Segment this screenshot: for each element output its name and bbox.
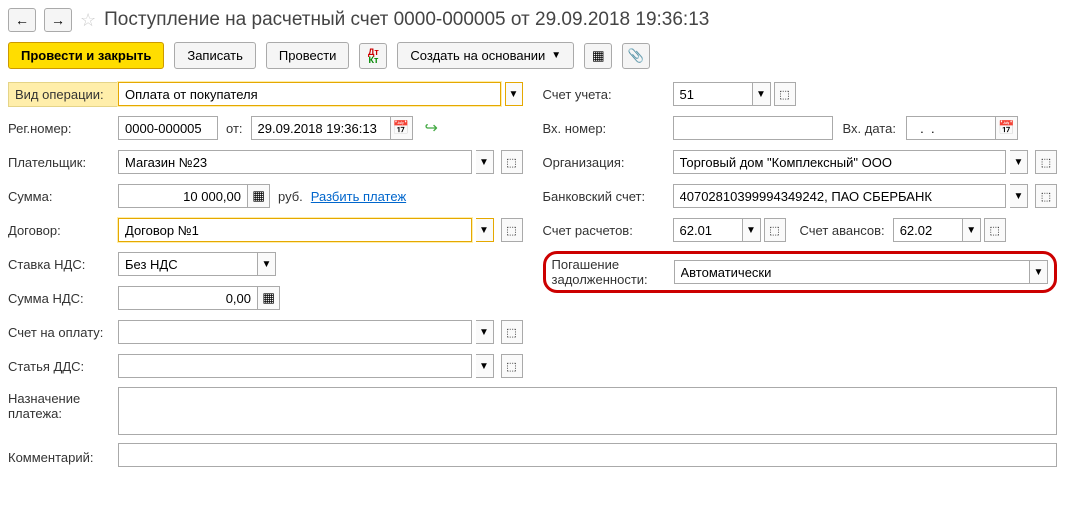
contract-open-icon[interactable]: ⬚ [501,218,523,242]
debt-repayment-dropdown[interactable]: ▼ [1030,260,1048,284]
sum-calc-icon[interactable]: ▦ [248,184,270,208]
reg-number-input[interactable] [118,116,218,140]
payer-input[interactable] [118,150,472,174]
settlement-account-input[interactable] [673,218,743,242]
dds-article-dropdown[interactable]: ▼ [476,354,494,378]
bank-account-label: Банковский счет: [543,189,673,204]
dds-article-input[interactable] [118,354,472,378]
invoice-label: Счет на оплату: [8,325,118,340]
account-open-icon[interactable]: ⬚ [774,82,796,106]
dds-article-label: Статья ДДС: [8,359,118,374]
create-based-button[interactable]: Создать на основании▼ [397,42,574,69]
rub-label: руб. [278,189,303,204]
sum-label: Сумма: [8,189,118,204]
bank-account-open-icon[interactable]: ⬚ [1035,184,1057,208]
payer-open-icon[interactable]: ⬚ [501,150,523,174]
in-date-input[interactable] [906,116,996,140]
invoice-open-icon[interactable]: ⬚ [501,320,523,344]
payer-dropdown[interactable]: ▼ [476,150,494,174]
date-input[interactable] [251,116,391,140]
bank-account-input[interactable] [673,184,1007,208]
post-button[interactable]: Провести [266,42,350,69]
organization-label: Организация: [543,155,673,170]
contract-input[interactable] [118,218,472,242]
purpose-textarea[interactable] [118,387,1057,435]
in-date-calendar-icon[interactable]: 📅 [996,116,1018,140]
comment-label: Комментарий: [8,446,118,465]
comment-input[interactable] [118,443,1057,467]
vat-sum-label: Сумма НДС: [8,291,118,306]
advance-account-input[interactable] [893,218,963,242]
account-label: Счет учета: [543,87,673,102]
check-icon[interactable]: ↪ [425,118,438,138]
operation-type-label: Вид операции: [8,82,118,107]
post-and-close-button[interactable]: Провести и закрыть [8,42,164,69]
debt-repayment-label: Погашение задолженности: [552,257,668,287]
contract-dropdown[interactable]: ▼ [476,218,494,242]
dtkt-button[interactable]: ДтКт [359,43,387,69]
vat-rate-label: Ставка НДС: [8,257,118,272]
settlement-account-label: Счет расчетов: [543,223,673,238]
vat-rate-dropdown[interactable]: ▼ [258,252,276,276]
reg-number-label: Рег.номер: [8,121,118,136]
settlement-account-dropdown[interactable]: ▼ [743,218,761,242]
payer-label: Плательщик: [8,155,118,170]
page-title: Поступление на расчетный счет 0000-00000… [104,9,709,31]
ot-label: от: [226,121,243,136]
advance-account-dropdown[interactable]: ▼ [963,218,981,242]
vat-sum-input[interactable] [118,286,258,310]
organization-open-icon[interactable]: ⬚ [1035,150,1057,174]
dds-article-open-icon[interactable]: ⬚ [501,354,523,378]
contract-label: Договор: [8,223,118,238]
report-icon-button[interactable]: ▦ [584,43,612,69]
in-number-input[interactable] [673,116,833,140]
back-button[interactable]: ← [8,8,36,32]
account-input[interactable] [673,82,753,106]
write-button[interactable]: Записать [174,42,256,69]
sum-input[interactable] [118,184,248,208]
attach-icon-button[interactable]: 📎 [622,43,650,69]
organization-dropdown[interactable]: ▼ [1010,150,1028,174]
in-number-label: Вх. номер: [543,121,673,136]
invoice-input[interactable] [118,320,472,344]
organization-input[interactable] [673,150,1007,174]
favorite-star-icon[interactable]: ☆ [80,10,96,31]
advance-account-label: Счет авансов: [800,223,885,238]
bank-account-dropdown[interactable]: ▼ [1010,184,1028,208]
operation-type-input[interactable] [118,82,501,106]
purpose-label: Назначение платежа: [8,387,118,435]
split-payment-link[interactable]: Разбить платеж [311,189,406,204]
account-dropdown[interactable]: ▼ [753,82,771,106]
invoice-dropdown[interactable]: ▼ [476,320,494,344]
operation-type-dropdown[interactable]: ▼ [505,82,523,106]
debt-repayment-highlight: Погашение задолженности: ▼ [543,251,1058,293]
in-date-label: Вх. дата: [843,121,896,136]
calendar-icon[interactable]: 📅 [391,116,413,140]
vat-rate-input[interactable] [118,252,258,276]
vat-sum-calc-icon[interactable]: ▦ [258,286,280,310]
debt-repayment-input[interactable] [674,260,1031,284]
settlement-account-open-icon[interactable]: ⬚ [764,218,786,242]
advance-account-open-icon[interactable]: ⬚ [984,218,1006,242]
forward-button[interactable]: → [44,8,72,32]
